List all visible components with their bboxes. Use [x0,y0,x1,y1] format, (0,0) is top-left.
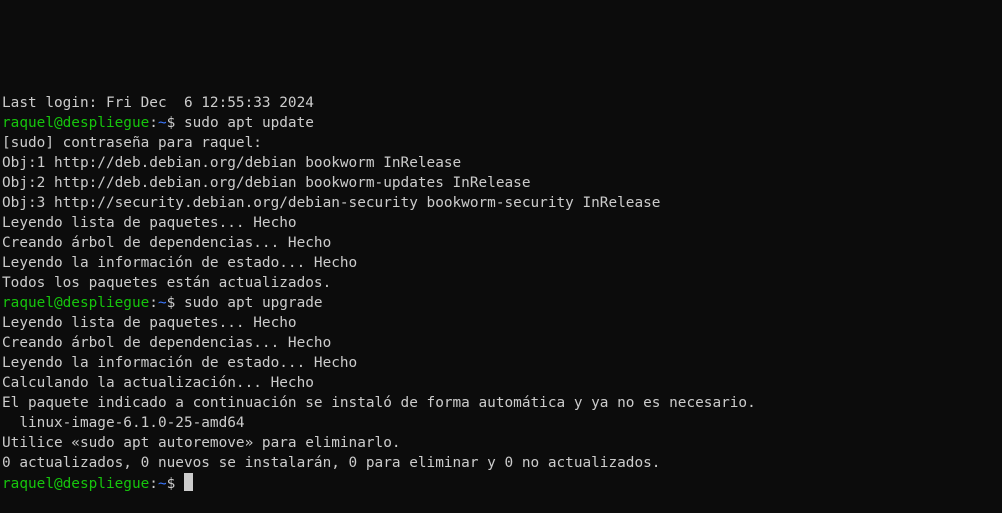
prompt-user-host: raquel@despliegue [2,115,150,131]
prompt-path: ~ [157,476,167,492]
terminal-top-partial-line [0,33,1002,53]
output-line: Obj:2 http://deb.debian.org/debian bookw… [2,175,531,191]
output-line: Leyendo lista de paquetes... Hecho [2,315,297,331]
output-line: Todos los paquetes están actualizados. [2,275,332,291]
prompt-symbol: $ [166,295,184,311]
output-line: Calculando la actualización... Hecho [2,375,314,391]
terminal-cursor[interactable] [183,473,193,491]
prompt-colon: : [149,295,158,311]
output-line: linux-image-6.1.0-25-amd64 [2,415,245,431]
output-line: [sudo] contraseña para raquel: [2,135,262,151]
output-line: El paquete indicado a continuación se in… [2,395,756,411]
prompt-symbol: $ [166,115,184,131]
prompt-line: raquel@despliegue:~$ sudo apt update [0,113,1002,133]
prompt-line: raquel@despliegue:~$ [0,473,1002,493]
output-line: Obj:3 http://security.debian.org/debian-… [2,195,661,211]
prompt-colon: : [149,115,158,131]
output-line: Last login: Fri Dec 6 12:55:33 2024 [2,95,314,111]
output-line: 0 actualizados, 0 nuevos se instalarán, … [2,455,661,471]
prompt-symbol: $ [166,476,184,492]
prompt-colon: : [149,476,158,492]
prompt-line: raquel@despliegue:~$ sudo apt upgrade [0,293,1002,313]
command-text: sudo apt update [183,115,314,131]
terminal-window[interactable]: Last login: Fri Dec 6 12:55:33 2024 raque… [0,0,1002,492]
command-text: sudo apt upgrade [183,295,323,311]
output-line: Obj:1 http://deb.debian.org/debian bookw… [2,155,462,171]
prompt-user-host: raquel@despliegue [2,476,150,492]
prompt-path: ~ [157,115,167,131]
output-line: Creando árbol de dependencias... Hecho [2,235,332,251]
prompt-user-host: raquel@despliegue [2,295,150,311]
output-line: Utilice «sudo apt autoremove» para elimi… [2,435,401,451]
output-line: Leyendo la información de estado... Hech… [2,355,358,371]
prompt-path: ~ [157,295,167,311]
output-line: Leyendo la información de estado... Hech… [2,255,358,271]
output-line: Leyendo lista de paquetes... Hecho [2,215,297,231]
output-line: Creando árbol de dependencias... Hecho [2,335,332,351]
terminal-output: Last login: Fri Dec 6 12:55:33 2024 raque… [0,93,1002,493]
